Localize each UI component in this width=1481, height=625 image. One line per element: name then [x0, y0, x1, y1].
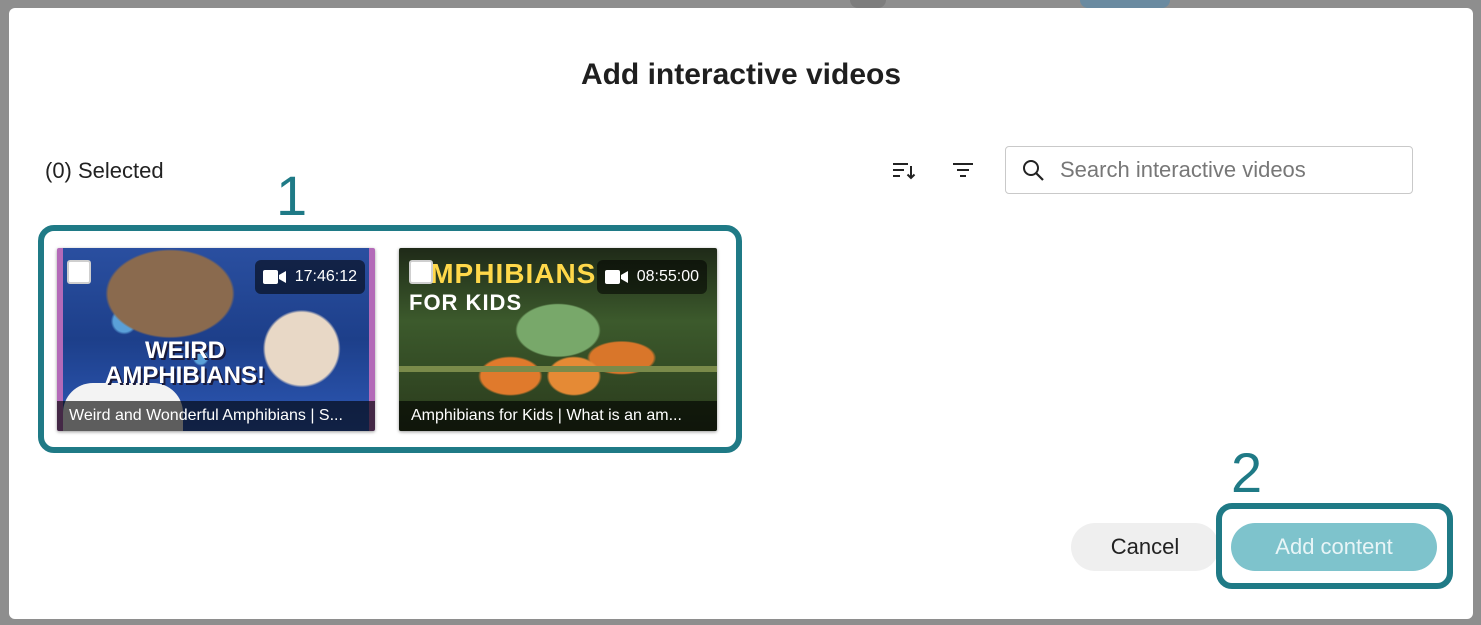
add-videos-dialog: Add interactive videos (0) Selected Sear…	[9, 8, 1473, 619]
annotation-marker-1: 1	[276, 164, 308, 227]
annotation-marker-2: 2	[1231, 441, 1263, 504]
sort-icon	[893, 163, 916, 180]
filter-icon	[953, 163, 973, 177]
search-icon	[1020, 157, 1046, 183]
filter-button[interactable]	[945, 152, 981, 188]
sort-button[interactable]	[885, 152, 921, 188]
dialog-title: Add interactive videos	[580, 58, 902, 91]
annotation-highlight-add-button	[1216, 503, 1453, 589]
selected-count: (0) Selected	[45, 158, 164, 183]
cancel-button[interactable]: Cancel	[1071, 523, 1219, 571]
annotation-highlight-videos	[38, 225, 742, 453]
search-input[interactable]	[1060, 157, 1400, 183]
background-element	[850, 0, 886, 8]
background-element	[1080, 0, 1170, 8]
search-box	[1005, 146, 1413, 194]
